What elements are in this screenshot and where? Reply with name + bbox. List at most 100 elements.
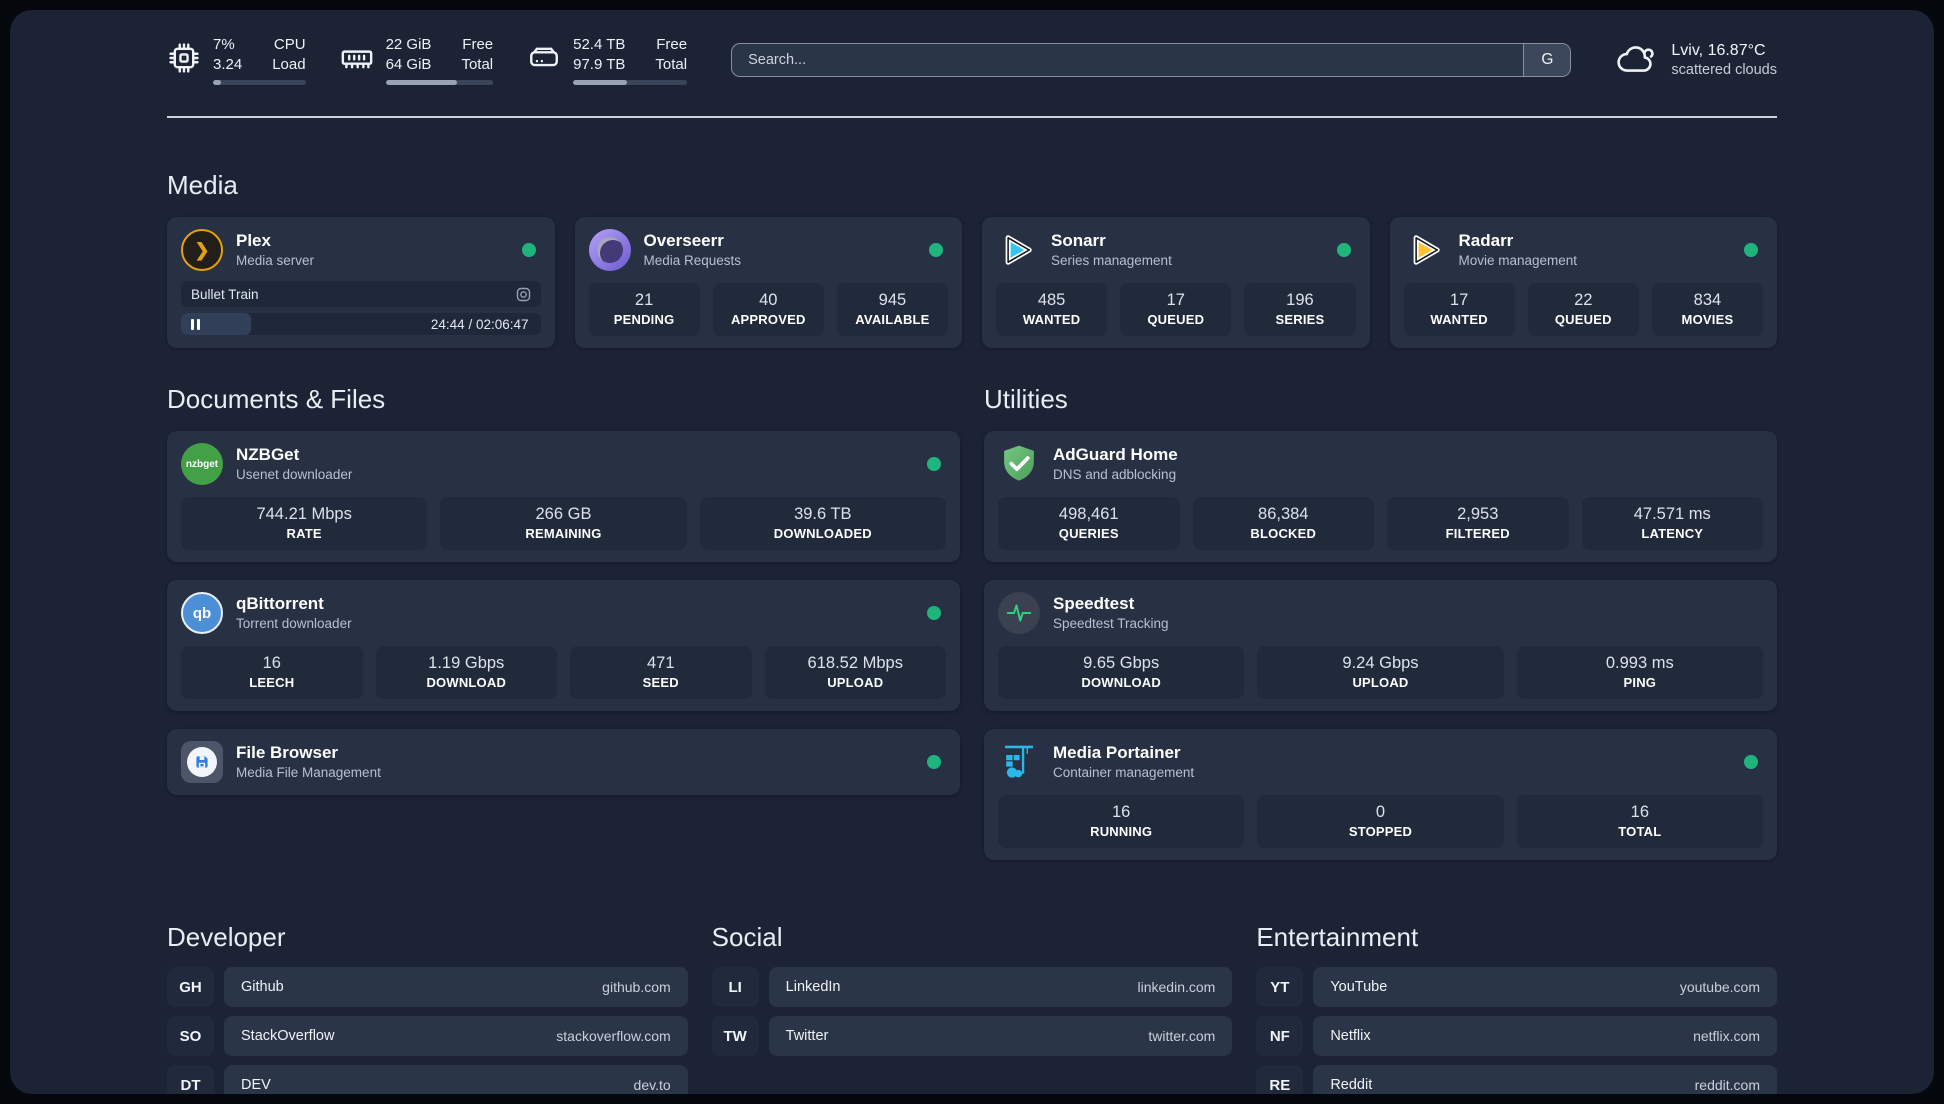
bookmark-linkedin[interactable]: LI LinkedIn linkedin.com <box>711 967 1233 1007</box>
bookmark-url: github.com <box>602 979 671 995</box>
bookmark-netflix[interactable]: NF Netflix netflix.com <box>1256 1016 1777 1056</box>
cpu-usage-value: 7% <box>213 36 235 53</box>
stat-queued: 17 QUEUED <box>1120 283 1232 336</box>
bookmark-tag: YT <box>1256 967 1304 1007</box>
app-description: Container management <box>1053 765 1195 780</box>
memory-free-value: 22 GiB <box>385 36 432 53</box>
app-card-portainer[interactable]: Media Portainer Container management 16 R… <box>984 729 1777 860</box>
disk-stat: 52.4 TB Free 97.9 TB Total <box>527 35 688 85</box>
playback-progress-fill <box>181 313 252 335</box>
section-title-social: Social <box>711 922 783 952</box>
sonarr-icon <box>996 229 1038 271</box>
qbittorrent-icon: qb <box>181 592 223 634</box>
app-title: Plex <box>236 231 271 250</box>
weather-widget: Lviv, 16.87°C scattered clouds <box>1615 41 1777 80</box>
search-input[interactable] <box>732 44 1524 76</box>
bookmark-name: Netflix <box>1330 1028 1371 1044</box>
bookmark-dev[interactable]: DT DEV dev.to <box>167 1065 688 1094</box>
stat-download: 1.19 Gbps DOWNLOAD <box>375 646 557 699</box>
stat-leech: 16 LEECH <box>181 646 363 699</box>
memory-usage-bar-fill <box>385 80 457 85</box>
bookmark-youtube[interactable]: YT YouTube youtube.com <box>1256 967 1777 1007</box>
playback-time: 24:44 / 02:06:47 <box>430 316 529 332</box>
app-description: Series management <box>1051 253 1172 268</box>
app-title: Radarr <box>1458 231 1514 250</box>
album-icon[interactable] <box>516 287 531 302</box>
section-title-media: Media <box>167 170 238 200</box>
app-title: Speedtest <box>1053 594 1135 613</box>
bookmark-name: StackOverflow <box>241 1028 335 1044</box>
memory-free-label: Free <box>462 36 494 53</box>
disk-total-value: 97.9 TB <box>573 56 626 73</box>
cpu-icon <box>169 43 199 73</box>
weather-location-temp: Lviv, 16.87°C <box>1671 41 1766 59</box>
app-card-sonarr[interactable]: Sonarr Series management 485 WANTED 17 QUE… <box>982 217 1370 348</box>
cloud-icon <box>1617 46 1655 72</box>
stat-upload: 9.24 Gbps UPLOAD <box>1257 646 1504 699</box>
dashboard: 7% CPU 3.24 Load 22 GiB Free 64 GiB Tota… <box>10 10 1934 1094</box>
app-description: Torrent downloader <box>236 616 352 631</box>
app-title: Sonarr <box>1051 231 1106 250</box>
bookmark-tag: DT <box>167 1065 214 1094</box>
bookmark-url: reddit.com <box>1694 1077 1760 1093</box>
app-card-overseerr[interactable]: Overseerr Media Requests 21 PENDING 40 APP… <box>574 217 962 348</box>
stat-queued: 22 QUEUED <box>1527 283 1639 336</box>
app-title: NZBGet <box>236 445 300 464</box>
app-title: Overseerr <box>643 231 724 250</box>
stat-download: 9.65 Gbps DOWNLOAD <box>998 646 1245 699</box>
cpu-label: CPU <box>273 36 306 53</box>
app-card-radarr[interactable]: Radarr Movie management 17 WANTED 22 QUEUE… <box>1389 217 1777 348</box>
pause-icon[interactable] <box>191 318 200 330</box>
disk-free-label: Free <box>656 36 688 53</box>
app-card-adguard[interactable]: AdGuard Home DNS and adblocking 498,461 Q… <box>984 431 1777 562</box>
section-title-entertainment: Entertainment <box>1256 922 1419 952</box>
disk-usage-bar <box>573 80 688 85</box>
bookmark-name: Reddit <box>1330 1077 1373 1093</box>
bookmark-url: netflix.com <box>1693 1028 1760 1044</box>
app-title: File Browser <box>236 743 339 762</box>
stat-remaining: 266 GB REMAINING <box>440 497 687 550</box>
nzbget-icon: nzbget <box>181 443 223 485</box>
disk-free-value: 52.4 TB <box>573 36 626 53</box>
disk-icon <box>530 47 559 67</box>
stat-wanted: 485 WANTED <box>996 283 1108 336</box>
stat-upload: 618.52 Mbps UPLOAD <box>764 646 946 699</box>
stat-pending: 21 PENDING <box>588 283 700 336</box>
status-dot <box>929 243 943 257</box>
disk-total-label: Total <box>655 56 688 73</box>
portainer-icon <box>998 741 1040 783</box>
stat-latency: 47.571 ms LATENCY <box>1581 497 1763 550</box>
playback-progress-bar: 24:44 / 02:06:47 <box>181 313 541 335</box>
links-grid: Developer GH Github github.com SO StackOv… <box>167 894 1777 1094</box>
stat-filtered: 2,953 FILTERED <box>1387 497 1569 550</box>
app-title: Media Portainer <box>1053 743 1181 762</box>
bookmark-tag: TW <box>711 1016 759 1056</box>
stat-movies: 834 MOVIES <box>1651 283 1764 336</box>
app-card-speedtest[interactable]: Speedtest Speedtest Tracking 9.65 Gbps DO… <box>984 580 1777 711</box>
bookmark-twitter[interactable]: TW Twitter twitter.com <box>711 1016 1233 1056</box>
bookmark-stackoverflow[interactable]: SO StackOverflow stackoverflow.com <box>167 1016 688 1056</box>
cpu-usage-bar <box>213 80 306 85</box>
bookmark-reddit[interactable]: RE Reddit reddit.com <box>1256 1065 1777 1094</box>
bookmark-url: dev.to <box>633 1077 671 1093</box>
bookmark-tag: LI <box>711 967 759 1007</box>
status-dot <box>927 755 941 769</box>
stat-seed: 471 SEED <box>570 646 752 699</box>
status-dot <box>1744 755 1758 769</box>
radarr-icon <box>1404 229 1446 271</box>
cpu-usage-bar-fill <box>213 80 222 85</box>
search-engine-button[interactable]: G <box>1523 44 1571 76</box>
links-social: Social LI LinkedIn linkedin.com TW Twitte… <box>711 894 1233 1094</box>
cpu-load-value: 3.24 <box>213 56 243 73</box>
section-title-developer: Developer <box>167 922 286 952</box>
app-card-nzbget[interactable]: nzbget NZBGet Usenet downloader 744.21 M… <box>167 431 960 562</box>
now-playing-title: Bullet Train <box>191 286 259 302</box>
cpu-stat: 7% CPU 3.24 Load <box>167 35 306 85</box>
app-card-plex[interactable]: ❯ Plex Media server Bullet Train 24:44 /… <box>167 217 555 348</box>
app-description: Media Requests <box>643 253 742 268</box>
app-card-filebrowser[interactable]: File Browser Media File Management <box>167 729 960 795</box>
status-dot <box>1336 243 1351 257</box>
app-card-qbittorrent[interactable]: qb qBittorrent Torrent downloader 16 LEEC… <box>167 580 960 711</box>
stat-rate: 744.21 Mbps RATE <box>181 497 428 550</box>
bookmark-github[interactable]: GH Github github.com <box>167 967 688 1007</box>
